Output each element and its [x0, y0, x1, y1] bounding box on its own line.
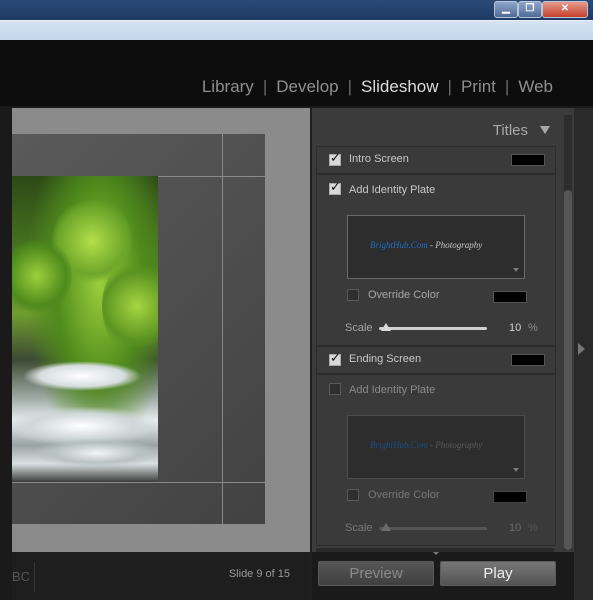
window-titlebar: ▁ ❐ ✕ [0, 0, 593, 20]
identity-plate-subtitle: - Photography [427, 440, 483, 450]
module-separator: | [347, 77, 353, 96]
intro-screen-checkbox[interactable]: ✓ [329, 151, 341, 166]
module-separator: | [504, 77, 510, 96]
ending-screen-label: Ending Screen [349, 353, 422, 365]
slide-counter: Slide 9 of 15 [228, 568, 290, 580]
module-separator: | [262, 77, 268, 96]
module-picker-bar: Library | Develop | Slideshow | Print | Web [0, 40, 593, 106]
intro-identity-plate-section: ✓ Add Identity Plate BrightHub.Com - Pho… [316, 174, 556, 346]
slide-canvas [12, 134, 265, 524]
module-separator: | [447, 77, 452, 96]
intro-scale-value[interactable]: 10 [509, 322, 521, 334]
guide-line-vertical[interactable] [222, 134, 223, 524]
ending-identity-plate-label: Add Identity Plate [349, 384, 436, 396]
panel-resize-caret-icon[interactable] [433, 552, 439, 555]
preview-button[interactable]: Preview [318, 561, 434, 586]
identity-plate-brand: BrightHub.Com [370, 440, 428, 450]
intro-override-color-label: Override Color [368, 289, 440, 301]
guide-line-bottom[interactable] [12, 482, 265, 483]
collapse-triangle-icon[interactable] [540, 126, 550, 134]
module-slideshow[interactable]: Slideshow [361, 77, 439, 97]
ending-screen-color-swatch[interactable] [511, 354, 545, 366]
module-nav: Library | Develop | Slideshow | Print | Web [202, 77, 553, 97]
intro-identity-plate-preview[interactable]: BrightHub.Com - Photography [347, 215, 525, 279]
slide-editor-view [12, 108, 310, 552]
intro-override-color-swatch[interactable] [493, 291, 527, 303]
ending-scale-value[interactable]: 10 [509, 522, 521, 534]
ending-override-color-label: Override Color [368, 489, 440, 501]
ending-identity-plate-section: Add Identity Plate BrightHub.Com - Photo… [316, 374, 556, 546]
module-develop[interactable]: Develop [276, 77, 338, 97]
module-print[interactable]: Print [461, 77, 496, 97]
ending-scale-label: Scale [345, 522, 373, 534]
intro-identity-plate-label: Add Identity Plate [349, 184, 436, 196]
minimize-button[interactable]: ▁ [494, 1, 518, 18]
ending-screen-row: ✓ Ending Screen [316, 346, 556, 374]
ending-override-color-swatch[interactable] [493, 491, 527, 503]
ending-identity-plate-preview[interactable]: BrightHub.Com - Photography [347, 415, 525, 479]
close-button[interactable]: ✕ [542, 1, 588, 18]
window-frame-border [0, 20, 593, 41]
maximize-button[interactable]: ❐ [518, 1, 542, 18]
identity-plate-dropdown-icon[interactable] [513, 268, 519, 272]
ending-scale-slider-track[interactable] [379, 527, 487, 530]
ending-scale-unit: % [528, 522, 538, 534]
intro-screen-label: Intro Screen [349, 153, 409, 165]
intro-scale-label: Scale [345, 322, 373, 334]
panel-title: Titles [492, 122, 528, 139]
intro-identity-plate-text: BrightHub.Com - Photography [370, 240, 482, 250]
ending-scale-slider-thumb[interactable] [381, 523, 391, 531]
play-button[interactable]: Play [440, 561, 556, 586]
intro-scale-slider-thumb[interactable] [381, 323, 391, 331]
status-text-partial[interactable]: BC [12, 562, 35, 592]
module-web[interactable]: Web [518, 77, 553, 97]
intro-scale-unit: % [528, 322, 538, 334]
titles-panel-header[interactable]: Titles [312, 118, 562, 146]
slide-photo [12, 176, 158, 482]
intro-screen-color-swatch[interactable] [511, 154, 545, 166]
panel-scrollbar-thumb[interactable] [564, 190, 572, 550]
intro-screen-row: ✓ Intro Screen [316, 146, 556, 174]
module-library[interactable]: Library [202, 77, 254, 97]
identity-plate-subtitle: - Photography [427, 240, 483, 250]
ending-identity-plate-text: BrightHub.Com - Photography [370, 440, 482, 450]
intro-scale-slider-track[interactable] [379, 327, 487, 330]
expand-right-panel-icon[interactable] [578, 343, 585, 355]
identity-plate-dropdown-icon[interactable] [513, 468, 519, 472]
ending-override-color-checkbox[interactable] [347, 489, 359, 501]
ending-screen-checkbox[interactable]: ✓ [329, 351, 341, 366]
identity-plate-brand: BrightHub.Com [370, 240, 428, 250]
intro-identity-plate-checkbox[interactable]: ✓ [329, 180, 341, 195]
ending-identity-plate-checkbox[interactable] [329, 383, 341, 395]
intro-override-color-checkbox[interactable] [347, 289, 359, 301]
view-status-bar: BC Slide 9 of 15 [12, 552, 310, 600]
